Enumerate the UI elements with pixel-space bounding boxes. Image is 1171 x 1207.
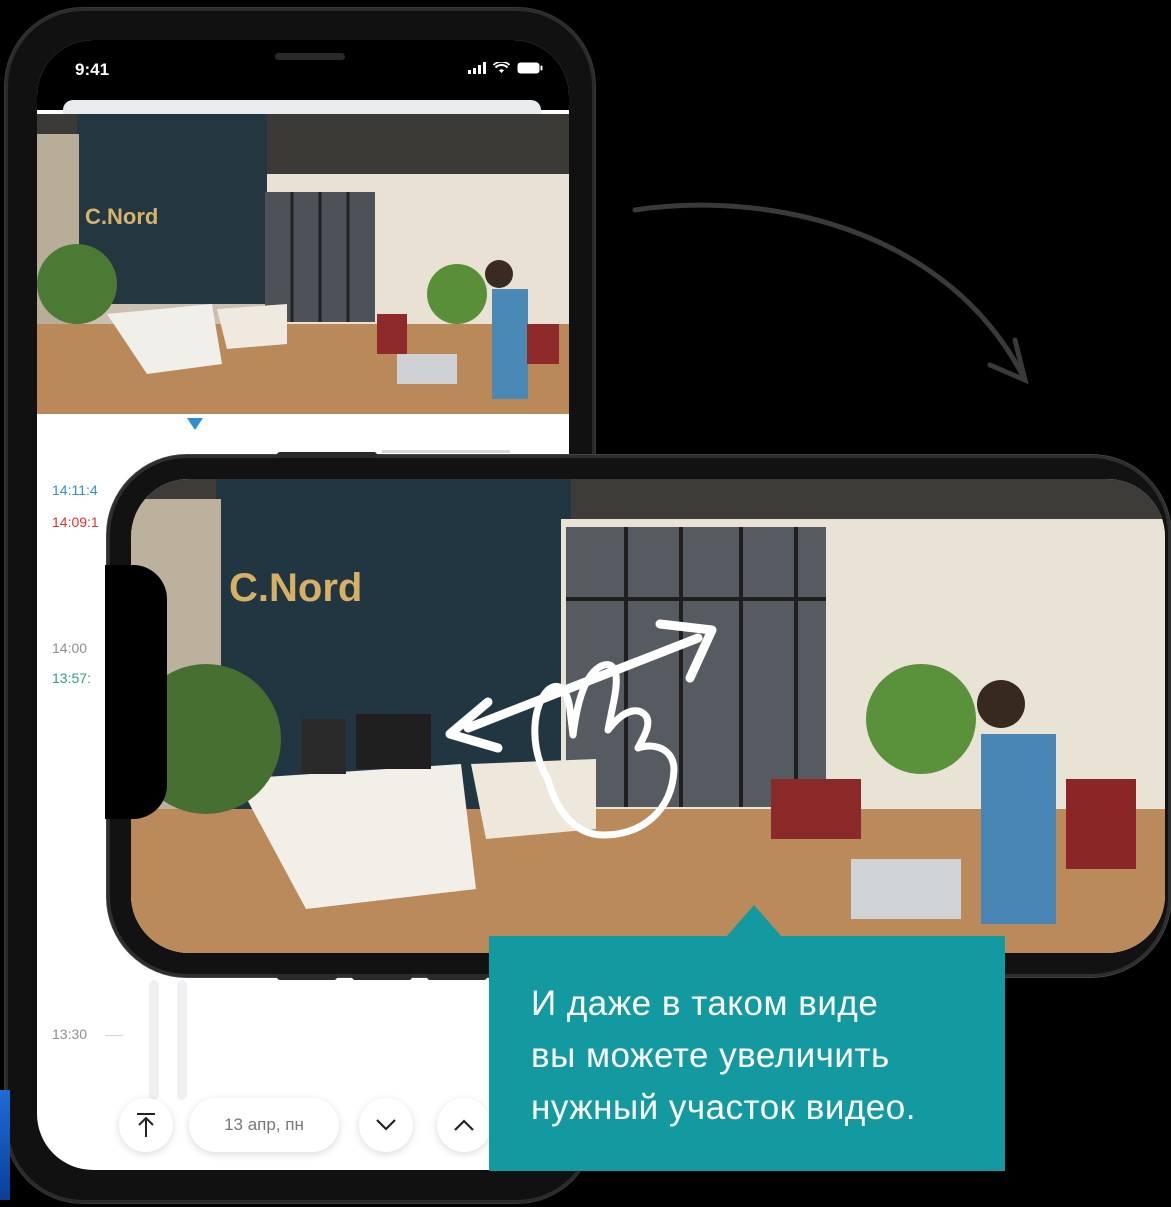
event-time-2[interactable]: 14:09:1 (52, 514, 99, 530)
previous-event-button[interactable] (437, 1098, 491, 1152)
scroll-to-top-icon (137, 1113, 155, 1137)
callout-line-3: нужный участок видео. (531, 1088, 916, 1127)
signal-icon (468, 62, 486, 74)
timeline-position-marker (187, 418, 203, 430)
timeline-track (149, 980, 159, 1100)
callout-box: И даже в таком виде вы можете увеличить … (489, 936, 1005, 1171)
volume-button (277, 452, 377, 458)
battery-icon (517, 62, 543, 74)
time-mark-1330: 13:30 (52, 1026, 88, 1042)
status-time: 9:41 (75, 60, 110, 79)
office-scene-image: C.Nord (37, 114, 569, 414)
date-selector[interactable]: 13 апр, пн (189, 1098, 339, 1152)
curved-arrow-icon (632, 202, 1029, 385)
callout-line-2: вы можете увеличить (531, 1036, 890, 1075)
chevron-down-icon (376, 1119, 396, 1131)
decorative-edge (0, 1090, 10, 1200)
side-button (427, 974, 487, 980)
status-icons (468, 62, 543, 74)
timeline-track (177, 980, 187, 1100)
callout-pointer (726, 905, 782, 937)
chevron-up-icon (454, 1119, 474, 1131)
speaker-slot (275, 53, 345, 60)
callout-line-1: И даже в таком виде (531, 984, 879, 1023)
logo-text-portrait: C.Nord (85, 204, 158, 229)
event-time-1[interactable]: 14:11:4 (52, 482, 98, 498)
next-event-button[interactable] (359, 1098, 413, 1152)
camera-view-portrait[interactable]: C.Nord (37, 114, 569, 414)
camera-notch (105, 565, 167, 819)
event-time-3[interactable]: 13:57: (52, 670, 91, 686)
logo-text-landscape: C.Nord (229, 566, 362, 610)
pinch-zoom-icon (445, 619, 717, 839)
wifi-icon (493, 62, 510, 73)
time-mark-1400: 14:00 (52, 640, 88, 656)
time-tick (105, 1035, 123, 1036)
side-button (277, 974, 337, 980)
side-button (352, 974, 412, 980)
timeline-divider (382, 450, 510, 453)
scroll-to-top-button[interactable] (119, 1098, 173, 1152)
